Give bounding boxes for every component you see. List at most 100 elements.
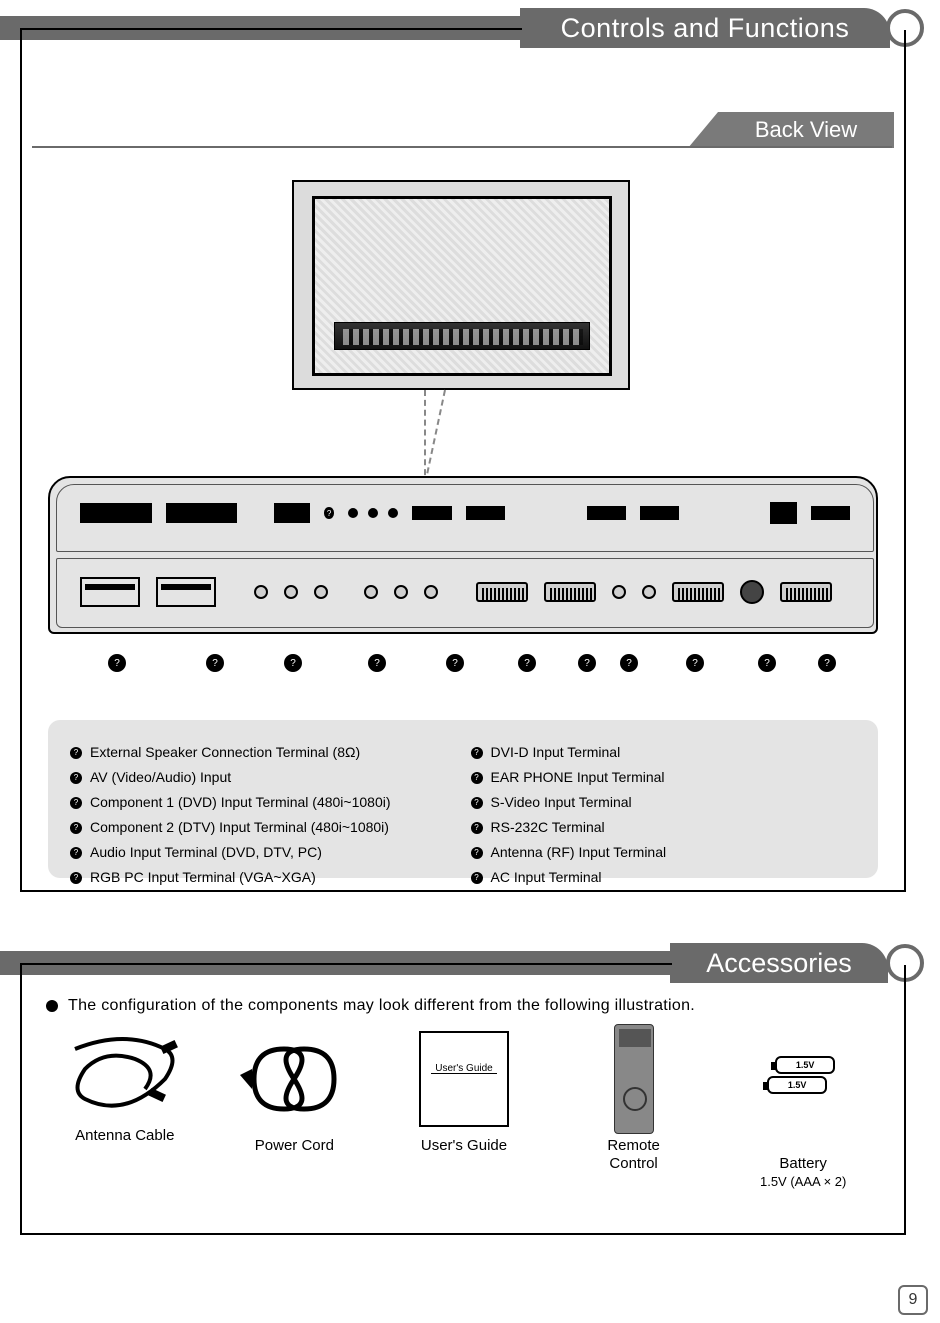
back-view-label: Back View: [755, 117, 857, 143]
bullet-icon: ?: [70, 772, 82, 784]
port-icon: [811, 506, 850, 520]
back-view-tab: Back View: [718, 112, 894, 148]
rca-jack-icon: [424, 585, 438, 599]
callout-marker-icon: ?: [284, 654, 302, 672]
desc-text: Component 1 (DVD) Input Terminal (480i~1…: [90, 792, 391, 813]
callout-marker-icon: ?: [368, 654, 386, 672]
accessory-label: Battery 1.5V (AAA × 2): [760, 1137, 846, 1191]
ac-input-icon: [780, 582, 832, 602]
vga-port-icon: [476, 582, 528, 602]
port-icon: [640, 506, 679, 520]
desc-item: ? Audio Input Terminal (DVD, DTV, PC): [70, 842, 391, 863]
port-icon: [412, 506, 451, 520]
bullet-icon: ?: [70, 822, 82, 834]
rf-port-icon: [740, 580, 764, 604]
desc-text: RS-232C Terminal: [491, 817, 605, 838]
users-guide-icon: User's Guide: [399, 1029, 529, 1129]
desc-text: S-Video Input Terminal: [491, 792, 632, 813]
battery-spec-text: 1.5V (AAA × 2): [760, 1174, 846, 1189]
desc-item: ?DVI-D Input Terminal: [471, 742, 667, 763]
accessories-note: The configuration of the components may …: [46, 997, 695, 1015]
svideo-jack-icon: [642, 585, 656, 599]
bullet-icon: ?: [471, 772, 483, 784]
accessories-row: Antenna Cable Power Cord User's Guide Us…: [40, 1029, 888, 1209]
desc-text: AC Input Terminal: [491, 867, 602, 888]
speaker-terminal-icon: [166, 503, 238, 523]
rca-jack-icon: [284, 585, 298, 599]
component-jacks-icon: [348, 508, 398, 518]
accessory-label: Power Cord: [255, 1137, 334, 1155]
battery-cell-label: 1.5V: [775, 1056, 835, 1074]
bullet-icon: ?: [471, 797, 483, 809]
desc-item: ? EAR PHONE Input Terminal: [471, 767, 667, 788]
accessory-label: User's Guide: [421, 1137, 507, 1155]
accessory-label: Antenna Cable: [75, 1127, 174, 1145]
accessory-users-guide: User's Guide User's Guide: [384, 1029, 544, 1155]
desc-item: ? RS-232C Terminal: [471, 817, 667, 838]
desc-item: ? External Speaker Connection Terminal (8…: [70, 742, 391, 763]
descriptions-left-list: ? External Speaker Connection Terminal (8…: [70, 738, 391, 892]
descriptions-right-list: ?DVI-D Input Terminal ?EAR PHONE Input T…: [471, 738, 667, 892]
bullet-icon: ?: [471, 847, 483, 859]
dvi-port-icon: [544, 582, 596, 602]
antenna-port-icon: [770, 502, 797, 524]
callout-marker-icon: ?: [518, 654, 536, 672]
desc-item: ? AV (Video/Audio) Input: [70, 767, 391, 788]
bullet-icon: ?: [70, 847, 82, 859]
speaker-terminal-icon: [80, 503, 152, 523]
accessory-label: Remote Control: [607, 1137, 660, 1173]
callout-marker-icon: ?: [446, 654, 464, 672]
bullet-icon: ?: [70, 872, 82, 884]
callout-marker-icon: ?: [206, 654, 224, 672]
accessory-remote-control: Remote Control: [554, 1029, 714, 1173]
battery-icon: 1.5V 1.5V: [738, 1029, 868, 1129]
back-view-divider: [32, 146, 892, 148]
earphone-jack-icon: [612, 585, 626, 599]
page-number: 9: [898, 1285, 928, 1315]
bullet-icon: ?: [70, 797, 82, 809]
bullet-icon: ?: [70, 747, 82, 759]
desc-text: Audio Input Terminal (DVD, DTV, PC): [90, 842, 322, 863]
callout-marker-icon: ?: [578, 654, 596, 672]
bullet-icon: [46, 1000, 58, 1012]
rear-connector-panel: ?: [48, 476, 878, 634]
callout-marker-icon: ?: [620, 654, 638, 672]
speaker-jack-icon: [80, 577, 140, 607]
remote-control-icon: [569, 1029, 699, 1129]
desc-text: AV (Video/Audio) Input: [90, 767, 231, 788]
terminal-descriptions-box: ? External Speaker Connection Terminal (8…: [48, 720, 878, 878]
desc-text: Component 2 (DTV) Input Terminal (480i~1…: [90, 817, 389, 838]
desc-item: ? AC Input Terminal: [471, 867, 667, 888]
port-icon: [587, 506, 626, 520]
desc-text: Antenna (RF) Input Terminal: [491, 842, 667, 863]
bullet-icon: ?: [471, 822, 483, 834]
desc-item: ? RGB PC Input Terminal (VGA~XGA): [70, 867, 391, 888]
accessory-antenna-cable: Antenna Cable: [45, 1029, 205, 1145]
av-terminal-icon: [274, 503, 310, 523]
bullet-icon: ?: [471, 872, 483, 884]
power-cord-icon: [229, 1029, 359, 1129]
desc-item: ? Component 1 (DVD) Input Terminal (480i~…: [70, 792, 391, 813]
speaker-jack-icon: [156, 577, 216, 607]
port-icon: [466, 506, 505, 520]
battery-cell-label: 1.5V: [767, 1076, 827, 1094]
callout-marker-icon: ?: [758, 654, 776, 672]
rca-jack-icon: [314, 585, 328, 599]
callout-marker-icon: ?: [818, 654, 836, 672]
desc-item: ? Component 2 (DTV) Input Terminal (480i~…: [70, 817, 391, 838]
desc-text: External Speaker Connection Terminal (8Ω…: [90, 742, 360, 763]
callout-marker-icon: ?: [108, 654, 126, 672]
note-text: The configuration of the components may …: [68, 997, 695, 1015]
callout-marker-row: ? ? ? ? ? ? ? ? ? ? ?: [58, 654, 868, 684]
rs232c-port-icon: [672, 582, 724, 602]
rca-jack-icon: [364, 585, 378, 599]
accessories-section: Accessories The configuration of the com…: [0, 935, 940, 1265]
desc-item: ? S-Video Input Terminal: [471, 792, 667, 813]
callout-marker-icon: ?: [686, 654, 704, 672]
accessory-battery: 1.5V 1.5V Battery 1.5V (AAA × 2): [723, 1029, 883, 1191]
desc-item: ? Antenna (RF) Input Terminal: [471, 842, 667, 863]
desc-text: EAR PHONE Input Terminal: [491, 767, 665, 788]
desc-text: RGB PC Input Terminal (VGA~XGA): [90, 867, 316, 888]
rca-jack-icon: [394, 585, 408, 599]
desc-text: DVI-D Input Terminal: [491, 742, 621, 763]
